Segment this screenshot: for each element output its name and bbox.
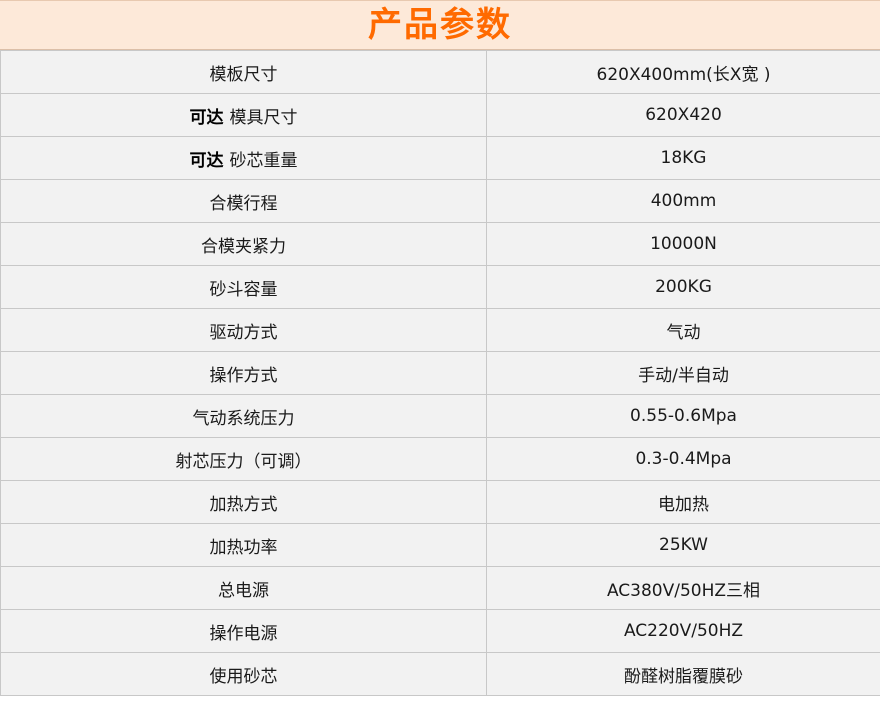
table-row: 模板尺寸 620X400mm(长X宽 ) <box>0 50 880 94</box>
param-name-cell: 操作电源 <box>0 609 487 653</box>
param-name-cell: 气动系统压力 <box>0 394 487 438</box>
param-name: 加热方式 <box>209 494 278 515</box>
param-value: 620X420 <box>486 93 880 137</box>
table-row: 操作电源 AC220V/50HZ <box>0 609 880 653</box>
table-row: 射芯压力（可调） 0.3-0.4Mpa <box>0 437 880 481</box>
param-name-cell: 加热功率 <box>0 523 487 567</box>
param-value: 电加热 <box>486 480 880 524</box>
param-name: 气动系统压力 <box>192 408 295 429</box>
param-name-cell: 合模行程 <box>0 179 487 223</box>
section-title: 产品参数 <box>368 5 512 45</box>
param-name: 砂斗容量 <box>209 279 278 300</box>
param-value: 10000N <box>486 222 880 266</box>
table-row: 操作方式 手动/半自动 <box>0 351 880 395</box>
param-name-cell: 模板尺寸 <box>0 50 487 94</box>
param-name: 合模行程 <box>209 193 278 214</box>
param-name-cell: 使用砂芯 <box>0 652 487 696</box>
param-name-cell: 加热方式 <box>0 480 487 524</box>
table-row: 使用砂芯 酚醛树脂覆膜砂 <box>0 652 880 696</box>
table-row: 加热功率 25KW <box>0 523 880 567</box>
table-row: 可达 砂芯重量 18KG <box>0 136 880 180</box>
param-name: 模具尺寸 <box>229 107 298 128</box>
table-row: 合模行程 400mm <box>0 179 880 223</box>
param-name-cell: 驱动方式 <box>0 308 487 352</box>
param-value: 0.55-0.6Mpa <box>486 394 880 438</box>
param-name: 总电源 <box>218 580 269 601</box>
param-name-cell: 合模夹紧力 <box>0 222 487 266</box>
param-name-cell: 砂斗容量 <box>0 265 487 309</box>
param-prefix: 可达 <box>189 150 224 171</box>
spec-table: 模板尺寸 620X400mm(长X宽 ) 可达 模具尺寸 620X420 可达 砂芯… <box>0 50 880 696</box>
table-row: 总电源 AC380V/50HZ三相 <box>0 566 880 610</box>
param-value: 手动/半自动 <box>486 351 880 395</box>
param-value: 0.3-0.4Mpa <box>486 437 880 481</box>
param-name: 加热功率 <box>209 537 278 558</box>
param-value: 25KW <box>486 523 880 567</box>
param-name: 合模夹紧力 <box>201 236 286 257</box>
product-parameters-page: 产品参数 模板尺寸 620X400mm(长X宽 ) 可达 模具尺寸 620X420… <box>0 0 880 713</box>
param-name-cell: 可达 模具尺寸 <box>0 93 487 137</box>
table-row: 加热方式 电加热 <box>0 480 880 524</box>
param-name: 操作电源 <box>209 623 278 644</box>
param-name: 操作方式 <box>209 365 278 386</box>
param-value: AC220V/50HZ <box>486 609 880 653</box>
param-name-cell: 总电源 <box>0 566 487 610</box>
param-name-cell: 操作方式 <box>0 351 487 395</box>
param-value: 200KG <box>486 265 880 309</box>
table-row: 驱动方式 气动 <box>0 308 880 352</box>
param-name-cell: 可达 砂芯重量 <box>0 136 487 180</box>
table-row: 气动系统压力 0.55-0.6Mpa <box>0 394 880 438</box>
param-name: 砂芯重量 <box>229 150 298 171</box>
param-name: 射芯压力（可调） <box>175 451 312 472</box>
param-value: 酚醛树脂覆膜砂 <box>486 652 880 696</box>
param-value: 400mm <box>486 179 880 223</box>
table-row: 砂斗容量 200KG <box>0 265 880 309</box>
param-name-cell: 射芯压力（可调） <box>0 437 487 481</box>
param-name: 驱动方式 <box>209 322 278 343</box>
param-name: 模板尺寸 <box>209 64 278 85</box>
param-name: 使用砂芯 <box>209 666 278 687</box>
param-value: 620X400mm(长X宽 ) <box>486 50 880 94</box>
param-value: 18KG <box>486 136 880 180</box>
param-value: AC380V/50HZ三相 <box>486 566 880 610</box>
section-header: 产品参数 <box>0 0 880 50</box>
param-value: 气动 <box>486 308 880 352</box>
param-prefix: 可达 <box>189 107 224 128</box>
table-row: 可达 模具尺寸 620X420 <box>0 93 880 137</box>
table-row: 合模夹紧力 10000N <box>0 222 880 266</box>
